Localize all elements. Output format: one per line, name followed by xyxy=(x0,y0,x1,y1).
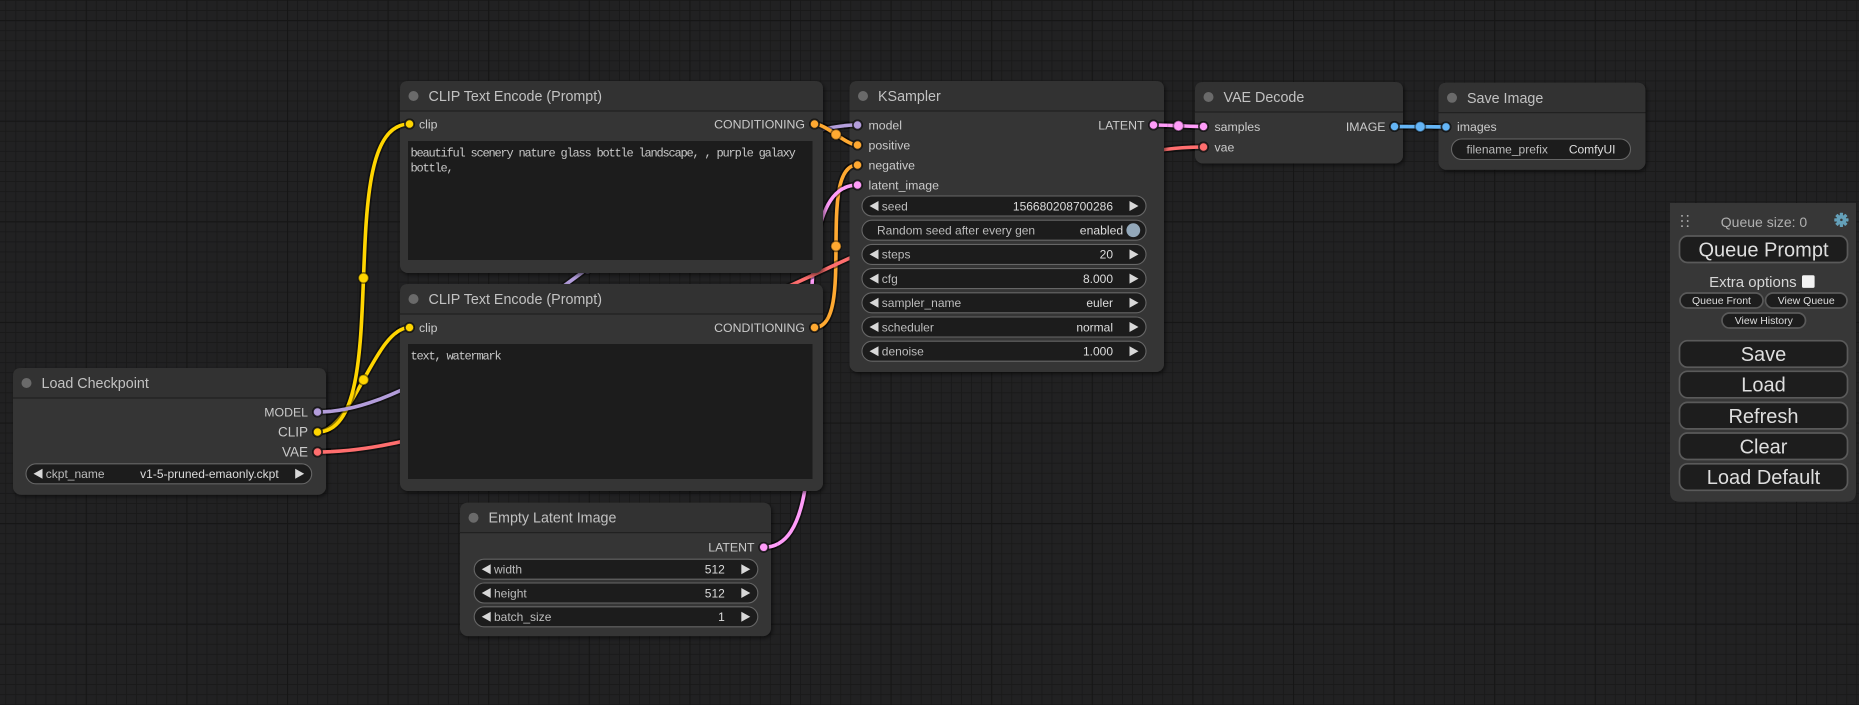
svg-text:ckpt_name: ckpt_name xyxy=(46,467,105,481)
svg-text:sampler_name: sampler_name xyxy=(882,296,962,310)
svg-text:Load Checkpoint: Load Checkpoint xyxy=(42,376,149,392)
svg-text:v1-5-pruned-emaonly.ckpt: v1-5-pruned-emaonly.ckpt xyxy=(140,467,279,481)
svg-text:CONDITIONING: CONDITIONING xyxy=(714,117,805,131)
svg-text:Queue Prompt: Queue Prompt xyxy=(1698,239,1829,261)
svg-text:positive: positive xyxy=(869,138,911,152)
svg-text:LATENT: LATENT xyxy=(708,541,755,555)
svg-text:VAE Decode: VAE Decode xyxy=(1224,90,1305,106)
svg-text:Load: Load xyxy=(1741,375,1786,397)
svg-text:batch_size: batch_size xyxy=(494,610,552,624)
svg-text:MODEL: MODEL xyxy=(264,405,308,419)
svg-text:cfg: cfg xyxy=(882,272,898,286)
svg-text:Load Default: Load Default xyxy=(1707,467,1821,489)
svg-text:CLIP Text Encode (Prompt): CLIP Text Encode (Prompt) xyxy=(429,89,603,105)
svg-text:clip: clip xyxy=(419,321,438,335)
svg-text:View History: View History xyxy=(1735,315,1794,327)
svg-text:enabled: enabled xyxy=(1080,224,1123,238)
svg-text:512: 512 xyxy=(705,586,725,600)
svg-text:1: 1 xyxy=(718,610,725,624)
svg-text:Refresh: Refresh xyxy=(1728,406,1798,428)
svg-text:Save: Save xyxy=(1741,344,1787,366)
svg-text:euler: euler xyxy=(1086,296,1113,310)
svg-text:clip: clip xyxy=(419,117,438,131)
svg-text:images: images xyxy=(1457,120,1497,134)
svg-text:156680208700286: 156680208700286 xyxy=(1013,199,1113,213)
svg-text:Random seed after every gen: Random seed after every gen xyxy=(877,224,1035,238)
svg-text:filename_prefix: filename_prefix xyxy=(1467,143,1548,157)
svg-text:negative: negative xyxy=(869,158,916,172)
svg-text:ComfyUI: ComfyUI xyxy=(1569,143,1616,157)
svg-text:1.000: 1.000 xyxy=(1083,345,1113,359)
svg-text:Queue size: 0: Queue size: 0 xyxy=(1721,214,1808,230)
svg-text:steps: steps xyxy=(882,248,911,262)
svg-text:width: width xyxy=(493,563,522,577)
svg-text:CONDITIONING: CONDITIONING xyxy=(714,321,805,335)
svg-text:512: 512 xyxy=(705,563,725,577)
svg-text:seed: seed xyxy=(882,199,908,213)
svg-text:IMAGE: IMAGE xyxy=(1346,120,1386,134)
svg-text:model: model xyxy=(869,118,903,132)
svg-text:denoise: denoise xyxy=(882,345,924,359)
svg-text:vae: vae xyxy=(1215,140,1235,154)
svg-text:samples: samples xyxy=(1215,120,1261,134)
svg-text:height: height xyxy=(494,586,527,600)
svg-text:bottle,: bottle, xyxy=(411,161,453,175)
svg-text:latent_image: latent_image xyxy=(869,178,940,192)
svg-text:Empty Latent Image: Empty Latent Image xyxy=(489,511,617,527)
svg-text:8.000: 8.000 xyxy=(1083,272,1113,286)
svg-text:CLIP Text Encode (Prompt): CLIP Text Encode (Prompt) xyxy=(429,292,603,308)
svg-text:View Queue: View Queue xyxy=(1778,295,1835,307)
svg-text:KSampler: KSampler xyxy=(878,89,941,105)
svg-text:Queue Front: Queue Front xyxy=(1692,295,1751,307)
svg-text:CLIP: CLIP xyxy=(278,424,308,439)
svg-text:Extra options: Extra options xyxy=(1709,274,1797,291)
svg-text:LATENT: LATENT xyxy=(1098,118,1145,132)
svg-text:20: 20 xyxy=(1100,248,1114,262)
svg-text:VAE: VAE xyxy=(282,444,308,459)
svg-text:normal: normal xyxy=(1076,320,1113,334)
svg-text:Save Image: Save Image xyxy=(1467,91,1543,107)
svg-text:Clear: Clear xyxy=(1740,436,1788,458)
svg-text:scheduler: scheduler xyxy=(882,320,934,334)
svg-text:text, watermark: text, watermark xyxy=(411,349,502,363)
svg-text:beautiful scenery nature glass: beautiful scenery nature glass bottle la… xyxy=(411,146,796,160)
